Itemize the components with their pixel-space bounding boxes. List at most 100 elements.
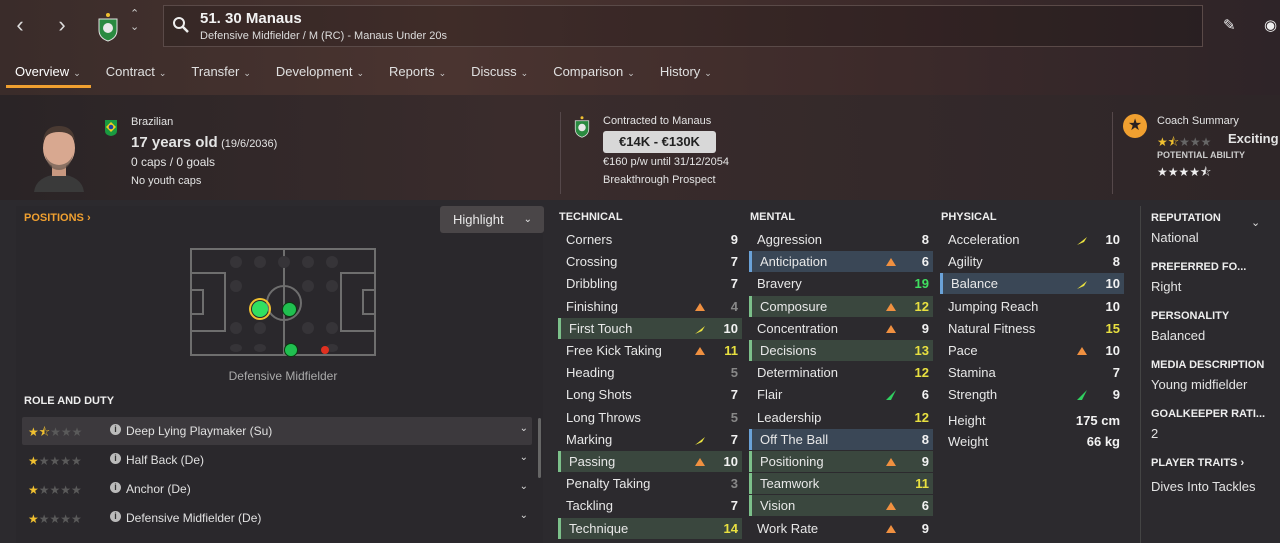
attribute-row[interactable]: Long Throws 5 (558, 407, 742, 428)
attribute-row[interactable]: Weight 66 kg (940, 431, 1124, 452)
attribute-row[interactable]: Jumping Reach 10 (940, 296, 1124, 317)
attribute-name: Concentration (757, 320, 838, 336)
wage-range-badge[interactable]: €14K - €130K (603, 131, 716, 153)
attribute-row[interactable]: Free Kick Taking 11 (558, 340, 742, 361)
globe-icon[interactable]: ◉ (1264, 16, 1277, 34)
media-description-heading: MEDIA DESCRIPTION (1151, 359, 1265, 371)
attribute-row[interactable]: Balance 10 (940, 273, 1124, 295)
highlight-dropdown[interactable]: Highlight ⌄ (440, 206, 544, 233)
attribute-row[interactable]: Pace 10 (940, 340, 1124, 361)
attribute-name: Work Rate (757, 520, 819, 536)
tab-comparison[interactable]: Comparison ⌄ (538, 56, 645, 86)
attribute-row[interactable]: Passing 10 (558, 451, 742, 472)
arrow-down-icon (695, 302, 705, 311)
attribute-row[interactable]: First Touch 10 (558, 317, 742, 339)
arrow-down-icon (886, 502, 896, 511)
tab-reports[interactable]: Reports ⌄ (374, 56, 456, 86)
attribute-value: 7 (730, 431, 738, 447)
positions-heading[interactable]: POSITIONS › (24, 212, 91, 224)
attribute-row[interactable]: Height 175 cm (940, 410, 1124, 431)
role-row[interactable]: ★★★★★ i Defensive Midfielder (De) ⌄ (22, 504, 532, 532)
top-bar: ‹ › ⌃ ⌄ 51. 30 Manaus Defensive Midfielde… (0, 0, 1280, 95)
attribute-row[interactable]: Determination 12 (749, 362, 933, 383)
info-icon: i (110, 482, 121, 493)
chevron-down-icon: ⌄ (519, 481, 528, 492)
attribute-row[interactable]: Off The Ball 8 (749, 428, 933, 450)
tab-development[interactable]: Development ⌄ (261, 56, 374, 86)
role-row[interactable]: ★★★★★ i Anchor (De) ⌄ (22, 475, 532, 503)
attribute-value: 4 (730, 298, 738, 314)
attribute-row[interactable]: Teamwork 11 (749, 473, 933, 495)
goalkeeper-rating-value: 2 (1151, 426, 1159, 441)
player-traits-heading[interactable]: PLAYER TRAITS › (1151, 457, 1244, 469)
player-name: 51. 30 Manaus (200, 10, 302, 27)
attribute-row[interactable]: Heading 5 (558, 362, 742, 383)
search-icon (173, 17, 189, 33)
attribute-row[interactable]: Penalty Taking 3 (558, 473, 742, 494)
tab-history[interactable]: History ⌄ (645, 56, 722, 86)
attribute-row[interactable]: Crossing 7 (558, 251, 742, 272)
player-search-box[interactable]: 51. 30 Manaus Defensive Midfielder / M (… (163, 5, 1203, 47)
attribute-row[interactable]: Concentration 9 (749, 318, 933, 339)
tab-contract[interactable]: Contract ⌄ (91, 56, 177, 86)
attribute-value: 11 (915, 476, 929, 492)
tab-discuss[interactable]: Discuss ⌄ (456, 56, 538, 86)
attribute-value: 12 (914, 409, 929, 425)
arrow-up-icon (1077, 281, 1087, 290)
attribute-row[interactable]: Positioning 9 (749, 451, 933, 472)
club-crest-icon[interactable] (96, 10, 120, 42)
role-row[interactable]: ★⯪★★★ i Deep Lying Playmaker (Su) ⌄ (22, 417, 532, 445)
tab-overview[interactable]: Overview ⌄ (0, 56, 91, 88)
club-crest-small-icon (574, 116, 590, 138)
attribute-value: 8 (1112, 254, 1120, 270)
attribute-name: Dribbling (566, 276, 618, 292)
attribute-row[interactable]: Technique 14 (558, 517, 742, 539)
preferred-foot-value: Right (1151, 279, 1182, 294)
attribute-row[interactable]: Tackling 7 (558, 495, 742, 516)
role-stars: ★★★★★ (28, 454, 82, 468)
attribute-row[interactable]: Flair 6 (749, 384, 933, 405)
attribute-row[interactable]: Dribbling 7 (558, 273, 742, 294)
attribute-row[interactable]: Natural Fitness 15 (940, 318, 1124, 339)
role-scrollbar[interactable] (538, 418, 541, 478)
role-duty-heading: ROLE AND DUTY (24, 395, 115, 407)
role-row[interactable]: ★★★★★ i Half Back (De) ⌄ (22, 446, 532, 474)
back-icon[interactable]: ‹ (8, 12, 32, 38)
attribute-row[interactable]: Acceleration 10 (940, 229, 1124, 250)
attribute-row[interactable]: Decisions 13 (749, 340, 933, 361)
edit-icon[interactable]: ✎ (1223, 16, 1236, 34)
attribute-row[interactable]: Long Shots 7 (558, 384, 742, 405)
attribute-row[interactable]: Composure 12 (749, 295, 933, 317)
attribute-row[interactable]: Anticipation 6 (749, 251, 933, 273)
attribute-row[interactable]: Marking 7 (558, 429, 742, 450)
preferred-foot-heading: PREFERRED FO... (1151, 261, 1247, 273)
arrow-up-icon (695, 436, 705, 445)
chevron-down-icon[interactable]: ⌄ (1251, 216, 1260, 229)
attribute-row[interactable]: Corners 9 (558, 229, 742, 250)
attribute-row[interactable]: Bravery 19 (749, 273, 933, 294)
attribute-row[interactable]: Agility 8 (940, 251, 1124, 272)
attribute-value: 5 (730, 409, 738, 425)
player-switch-icon[interactable]: ⌃ ⌄ (130, 8, 139, 34)
attribute-row[interactable]: Leadership 12 (749, 407, 933, 428)
reputation-heading: REPUTATION (1151, 212, 1221, 224)
player-face (34, 126, 84, 192)
attribute-name: Determination (757, 365, 838, 381)
attribute-row[interactable]: Finishing 4 (558, 296, 742, 317)
attribute-row[interactable]: Stamina 7 (940, 362, 1124, 383)
attribute-row[interactable]: Aggression 8 (749, 229, 933, 250)
attribute-row[interactable]: Vision 6 (749, 495, 933, 517)
attribute-value: 7 (730, 387, 738, 403)
attribute-row[interactable]: Strength 9 (940, 384, 1124, 405)
tab-transfer[interactable]: Transfer ⌄ (176, 56, 260, 86)
attribute-row[interactable]: Work Rate 9 (749, 518, 933, 539)
contract-terms: €160 p/w until 31/12/2054 (603, 156, 729, 168)
info-icon: i (110, 453, 121, 464)
contract-status: Breakthrough Prospect (603, 174, 716, 186)
attribute-name: Passing (569, 454, 616, 469)
attribute-name: Crossing (566, 254, 618, 270)
attribute-name: Tackling (566, 498, 613, 514)
attribute-name: Flair (757, 387, 783, 403)
forward-icon[interactable]: › (50, 12, 74, 38)
tab-bar: Overview ⌄ Contract ⌄ Transfer ⌄ Developmen… (0, 56, 722, 92)
